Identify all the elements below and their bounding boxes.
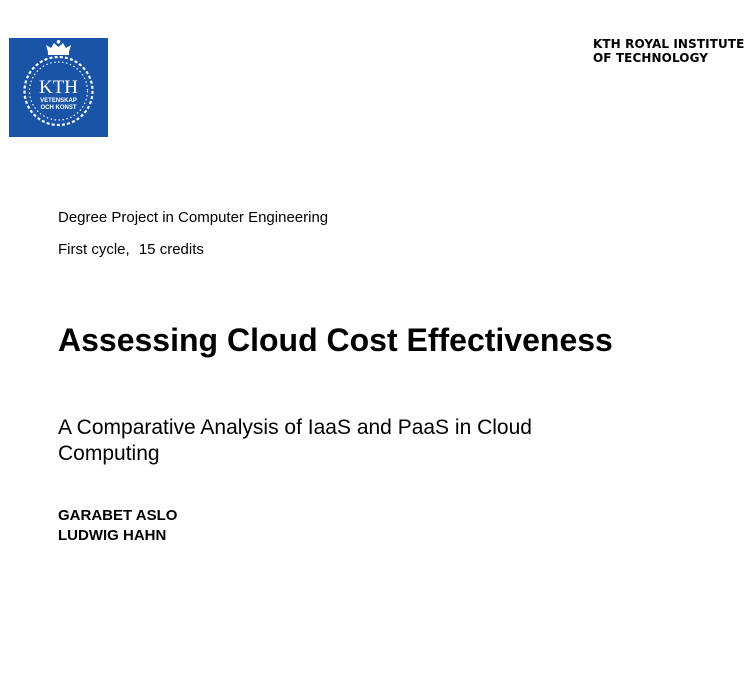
institute-name: KTH ROYAL INSTITUTE OF TECHNOLOGY [593,37,745,65]
institute-line-2: OF TECHNOLOGY [593,51,709,65]
logo-main-text: KTH [39,77,78,98]
logo-line2-text: OCH KONST [41,105,77,111]
kth-logo: KTH VETENSKAP OCH KONST [9,38,108,137]
author-name: LUDWIG HAHN [58,527,167,544]
cycle-level: First cycle, [58,241,130,258]
cycle-credits: 15 credits [138,241,204,258]
thesis-subtitle: A Comparative Analysis of IaaS and PaaS … [58,416,532,465]
logo-line1-text: VETENSKAP [40,98,77,104]
kth-crown-seal-icon: KTH VETENSKAP OCH KONST [9,38,108,137]
cycle-credits-label: First cycle, 15 credits [58,241,204,259]
degree-project-label: Degree Project in Computer Engineering [58,209,329,226]
authors-list: GARABET ASLO LUDWIG HAHN [58,506,177,546]
thesis-title: Assessing Cloud Cost Effectiveness [58,322,613,358]
author-name: GARABET ASLO [58,507,178,524]
institute-line-1: KTH ROYAL INSTITUTE [593,37,745,51]
